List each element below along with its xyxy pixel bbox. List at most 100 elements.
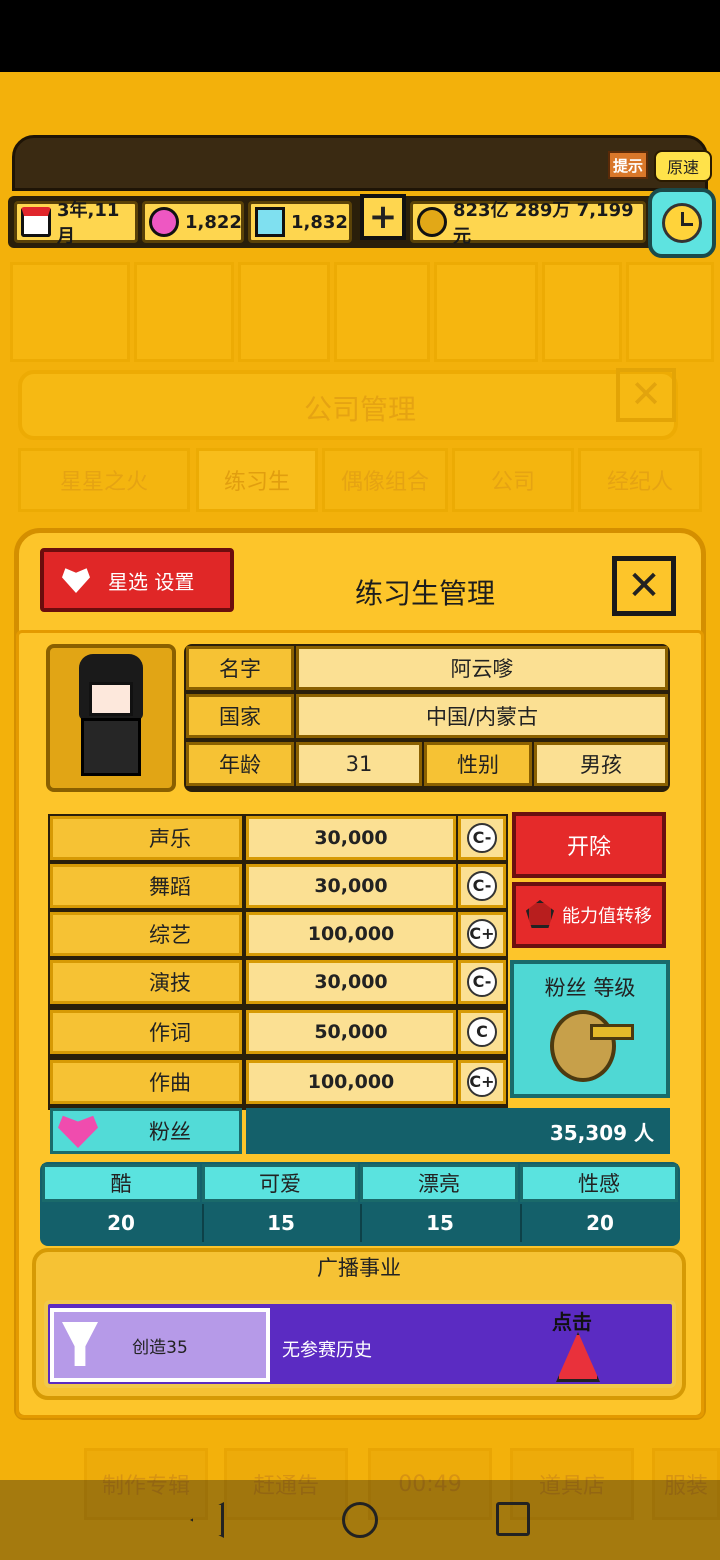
status-bar [0, 0, 720, 72]
attr-name-pretty: 漂亮 [360, 1164, 518, 1202]
fan-level-medal-icon [550, 1010, 634, 1084]
date-value: 3年,11月 [57, 200, 120, 247]
tab-star-fire: 星星之火 [18, 448, 190, 512]
attr-value-pretty: 15 [360, 1204, 518, 1242]
building-slot [134, 262, 234, 362]
building-slot [334, 262, 430, 362]
clock-icon [662, 203, 702, 243]
skill-value: 30,000 [246, 864, 456, 908]
skill-row-vocal: 声乐 30,000 C- [50, 816, 506, 860]
gender-label: 性别 [424, 742, 532, 786]
attr-name-cute: 可爱 [202, 1164, 358, 1202]
attr-name-sexy: 性感 [520, 1164, 678, 1202]
skill-name: 声乐 [50, 816, 242, 860]
trophy-icon [62, 1322, 98, 1366]
skill-row-dance: 舞蹈 30,000 C- [50, 864, 506, 908]
fan-level-label: 粉丝 等级 [544, 976, 636, 1000]
name-label: 名字 [186, 646, 294, 690]
grade-badge: C+ [467, 1067, 497, 1097]
close-button[interactable]: ✕ [612, 556, 676, 616]
country-label: 国家 [186, 694, 294, 738]
age-label: 年龄 [186, 742, 294, 786]
hint-button[interactable]: 提示 [608, 151, 648, 179]
building-slot [626, 262, 714, 362]
close-icon: ✕ [627, 563, 661, 609]
trainee-avatar[interactable] [46, 644, 176, 792]
skill-row-variety: 综艺 100,000 C+ [50, 912, 506, 956]
ability-transfer-label: 能力值转移 [562, 906, 652, 927]
skill-grade: C [458, 1010, 506, 1054]
fan-level-panel[interactable]: 粉丝 等级 [510, 960, 670, 1098]
tab-agent: 经纪人 [578, 448, 702, 512]
star-select-label: 星选 设置 [108, 569, 195, 594]
broadcast-title: 广播事业 [317, 1256, 401, 1280]
skill-name: 作曲 [50, 1060, 242, 1104]
skill-value: 30,000 [246, 960, 456, 1004]
skill-name: 舞蹈 [50, 864, 242, 908]
grade-badge: C+ [467, 919, 497, 949]
skill-name: 作词 [50, 1010, 242, 1054]
skill-grade: C- [458, 960, 506, 1004]
pink-gem-icon [149, 207, 179, 237]
tab-idol-group: 偶像组合 [322, 448, 448, 512]
tab-trainee: 练习生 [196, 448, 318, 512]
building-slot [434, 262, 538, 362]
pink-gem-value: 1,822 [185, 211, 242, 233]
skill-name: 综艺 [50, 912, 242, 956]
home-icon[interactable] [342, 1502, 378, 1538]
skill-row-lyrics: 作词 50,000 C [50, 1010, 506, 1054]
recents-icon[interactable] [496, 1502, 530, 1536]
add-currency-button[interactable]: + [360, 194, 406, 240]
clock-speed-button[interactable] [648, 188, 716, 258]
country-value: 中国/内蒙古 [296, 694, 668, 738]
building-slot [10, 262, 130, 362]
attr-value-cool: 20 [42, 1204, 200, 1242]
heart-icon [62, 568, 90, 593]
coin-icon [417, 207, 447, 237]
skill-name: 演技 [50, 960, 242, 1004]
grade-badge: C- [467, 967, 497, 997]
skill-value: 30,000 [246, 816, 456, 860]
top-bar [12, 135, 708, 191]
diamond-icon [255, 207, 285, 237]
skill-grade: C+ [458, 1060, 506, 1104]
age-value: 31 [296, 742, 422, 786]
broadcast-show-card[interactable]: 创造35 [50, 1308, 270, 1382]
skill-row-composition: 作曲 100,000 C+ [50, 1060, 506, 1104]
panel-title: 练习生管理 [354, 577, 495, 610]
skill-grade: C- [458, 816, 506, 860]
attr-value-cute: 15 [202, 1204, 358, 1242]
skill-grade: C+ [458, 912, 506, 956]
skill-row-acting: 演技 30,000 C- [50, 960, 506, 1004]
ability-transfer-button[interactable]: 能力值转移 [512, 882, 666, 948]
diamond-value: 1,832 [291, 211, 348, 233]
star-select-settings-button[interactable]: 星选 设置 [40, 548, 234, 612]
click-label[interactable]: 点击 [552, 1306, 592, 1335]
tab-company: 公司 [452, 448, 574, 512]
skill-value: 100,000 [246, 1060, 456, 1104]
skill-value: 100,000 [246, 912, 456, 956]
character-sprite [75, 654, 147, 782]
attr-value-sexy: 20 [520, 1204, 678, 1242]
skill-value: 50,000 [246, 1010, 456, 1054]
broadcast-card-label: 创造35 [132, 1337, 188, 1358]
money-value: 823亿 289万 7,199元 [453, 200, 634, 247]
skill-grade: C- [458, 864, 506, 908]
building-slot [542, 262, 622, 362]
grade-badge: C- [467, 823, 497, 853]
diamond-display: 1,832 [248, 201, 352, 243]
gender-value: 男孩 [534, 742, 668, 786]
grade-badge: C [467, 1017, 497, 1047]
fire-button[interactable]: 开除 [512, 812, 666, 878]
pink-gem-display: 1,822 [142, 201, 244, 243]
money-display: 823亿 289万 7,199元 [410, 200, 646, 247]
attr-name-cool: 酷 [42, 1164, 200, 1202]
speed-label[interactable]: 原速 [654, 150, 712, 182]
fans-value: 35,309 人 [246, 1108, 670, 1154]
name-value: 阿云嗲 [296, 646, 668, 690]
star-icon [526, 900, 554, 928]
company-title: 公司管理 [303, 393, 416, 426]
company-close-icon: ✕ [616, 368, 676, 422]
grade-badge: C- [467, 871, 497, 901]
date-display: 3年,11月 [14, 200, 138, 247]
